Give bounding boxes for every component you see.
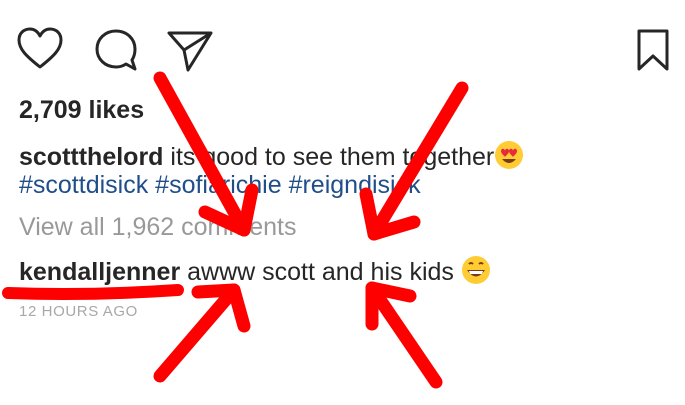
hashtag-link[interactable]: #reigndisick xyxy=(289,171,421,199)
view-all-comments-link[interactable]: View all 1,962 comments xyxy=(19,212,296,242)
heart-icon[interactable] xyxy=(16,26,64,70)
comment-bubble-icon[interactable] xyxy=(93,27,139,73)
bookmark-icon[interactable] xyxy=(635,28,671,72)
comment-row: kendalljenner awww scott and his kids xyxy=(19,255,491,292)
comment-text: awww scott and his kids xyxy=(187,258,454,287)
post-footer: 2,709 likes scottthelord its good to see… xyxy=(0,0,685,405)
comment-username[interactable]: kendalljenner xyxy=(19,258,180,286)
heart-eyes-emoji-icon xyxy=(494,140,524,177)
caption-username[interactable]: scottthelord xyxy=(19,143,163,171)
likes-count[interactable]: 2,709 likes xyxy=(19,95,144,125)
hashtag-link[interactable]: #sofiarichie xyxy=(155,171,281,199)
post-timestamp: 12 HOURS AGO xyxy=(19,303,138,320)
caption-text: its good to see them together xyxy=(170,143,495,172)
grinning-emoji-icon xyxy=(461,255,491,292)
paper-plane-icon[interactable] xyxy=(166,29,214,73)
caption-hashtags: #scottdisick #sofiarichie #reigndisick xyxy=(19,170,421,200)
hashtag-link[interactable]: #scottdisick xyxy=(19,171,148,199)
